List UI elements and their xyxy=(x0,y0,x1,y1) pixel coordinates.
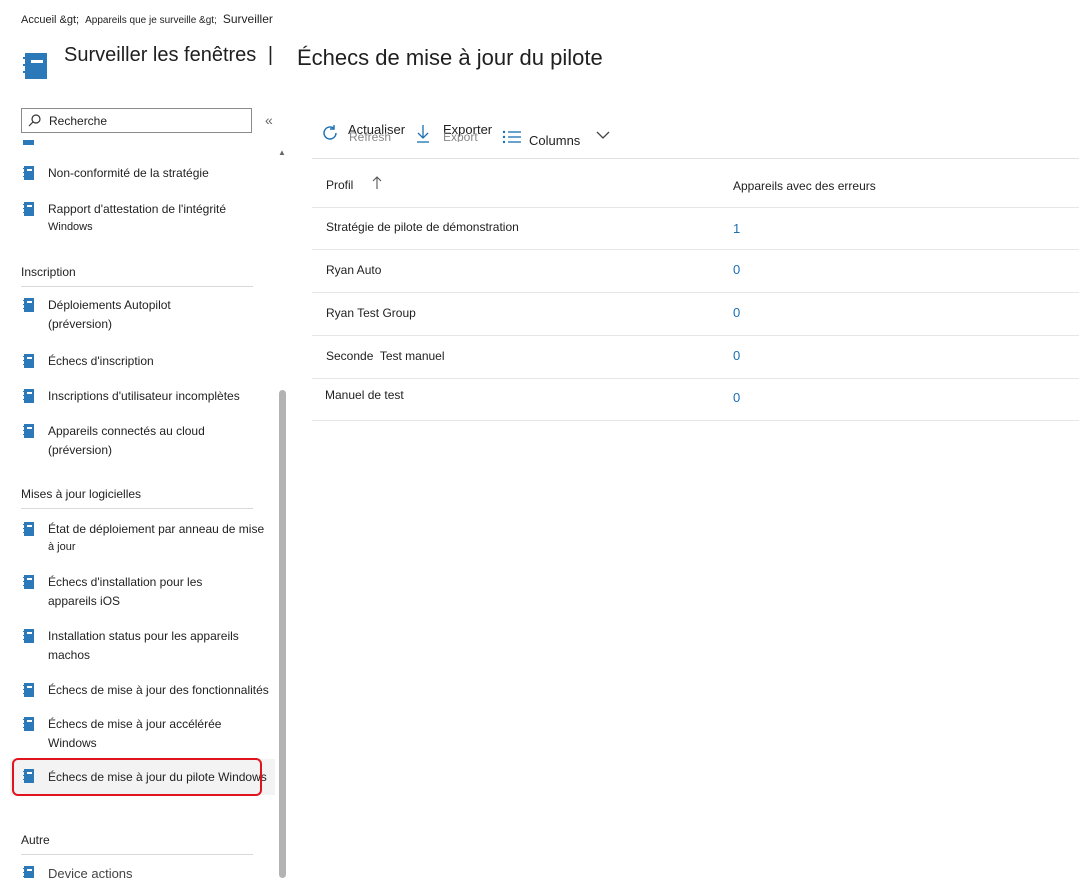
report-book-icon xyxy=(23,717,34,731)
error-count-link[interactable]: 0 xyxy=(733,390,740,405)
sidebar-item-label: Windows xyxy=(48,736,97,750)
download-icon xyxy=(417,125,429,143)
sidebar-item-label: Windows xyxy=(48,221,93,233)
profile-name-cell[interactable]: Stratégie de pilote de démonstration xyxy=(326,220,519,234)
search-icon xyxy=(28,114,41,127)
chevron-down-icon[interactable] xyxy=(596,130,610,140)
sidebar-item-label: Échecs d'inscription xyxy=(48,354,154,368)
section-heading-other: Autre xyxy=(21,833,50,847)
sidebar-item-label: Installation status pour les appareils xyxy=(48,629,239,643)
sidebar-item-label: Déploiements Autopilot xyxy=(48,298,171,312)
sidebar-item-label: Échecs d'installation pour les xyxy=(48,575,203,589)
export-ghost-text: Export xyxy=(443,132,478,142)
column-header-profile[interactable]: Profil xyxy=(326,178,353,192)
selection-highlight xyxy=(12,758,262,796)
section-divider xyxy=(21,508,253,509)
row-divider xyxy=(312,420,1079,421)
sidebar-item-expedited-update-failures[interactable]: Échecs de mise à jour accélérée Windows xyxy=(10,717,275,755)
sort-ascending-icon[interactable] xyxy=(372,176,382,190)
refresh-icon xyxy=(323,125,337,140)
collapse-sidebar-icon[interactable]: « xyxy=(265,112,273,128)
section-heading-software-updates: Mises à jour logicielles xyxy=(21,487,142,501)
report-book-icon xyxy=(23,575,34,589)
sidebar-item-update-ring-status[interactable]: État de déploiement par anneau de mise à… xyxy=(10,522,275,560)
breadcrumb: Accueil &gt; Appareils que je surveille … xyxy=(21,12,273,26)
sidebar-item-label: Device actions xyxy=(48,866,133,878)
columns-button[interactable]: Columns xyxy=(502,126,580,148)
report-book-icon xyxy=(23,298,34,312)
truncated-item-icon xyxy=(23,140,34,145)
sidebar-item-label: Appareils connectés au cloud xyxy=(48,424,205,438)
sidebar-item-label: appareils iOS xyxy=(48,594,121,608)
report-book-icon xyxy=(23,53,47,79)
columns-list-icon xyxy=(502,130,521,144)
row-divider xyxy=(312,378,1079,379)
sidebar-item-label: machos xyxy=(48,648,91,662)
error-count-link[interactable]: 0 xyxy=(733,262,740,277)
sidebar-item-cloud-devices[interactable]: Appareils connectés au cloud (préversion… xyxy=(10,424,275,462)
sidebar-item-macos-install-status[interactable]: Installation status pour les appareils m… xyxy=(10,629,275,667)
sidebar-item-label: Non-conformité de la stratégie xyxy=(48,166,209,180)
scrollbar-thumb[interactable] xyxy=(279,390,286,878)
sidebar-item-health-attestation[interactable]: Rapport d'attestation de l'intégrité Win… xyxy=(10,202,275,240)
profile-name-cell[interactable]: Seconde Test manuel xyxy=(326,349,445,363)
columns-label: Columns xyxy=(529,133,581,148)
row-divider xyxy=(312,207,1079,208)
report-book-icon xyxy=(23,866,34,878)
sidebar-item-feature-update-failures[interactable]: Échecs de mise à jour des fonctionnalité… xyxy=(10,683,275,707)
report-book-icon xyxy=(23,424,34,438)
search-box[interactable] xyxy=(21,108,252,133)
toolbar-divider xyxy=(312,158,1079,159)
sidebar-item-policy-noncompliance[interactable]: Non-conformité de la stratégie xyxy=(10,166,275,190)
page-title: Échecs de mise à jour du pilote xyxy=(297,45,603,70)
section-heading-enrollment: Inscription xyxy=(21,265,76,279)
breadcrumb-current: Surveiller xyxy=(222,12,273,26)
breadcrumb-home[interactable]: Accueil &gt; xyxy=(21,14,79,26)
sidebar-item-label: à jour xyxy=(48,541,76,553)
sidebar-item-incomplete-enrollments[interactable]: Inscriptions d'utilisateur incomplètes xyxy=(10,389,275,413)
profile-name-cell[interactable]: Manuel de test xyxy=(325,388,404,402)
section-divider xyxy=(21,854,253,855)
sidebar-item-label: Rapport d'attestation de l'intégrité xyxy=(48,202,227,216)
title-separator: | xyxy=(267,44,274,66)
report-book-icon xyxy=(23,354,34,368)
profile-name-cell[interactable]: Ryan Auto xyxy=(326,263,381,277)
report-book-icon xyxy=(23,629,34,643)
row-divider xyxy=(312,249,1079,250)
sidebar-item-label: (préversion) xyxy=(48,443,113,457)
sidebar-item-label: Échecs de mise à jour des fonctionnalité… xyxy=(48,683,269,697)
error-count-link[interactable]: 1 xyxy=(733,221,740,236)
report-book-icon xyxy=(23,522,34,536)
report-book-icon xyxy=(23,202,34,216)
sidebar-item-enrollment-failures[interactable]: Échecs d'inscription xyxy=(10,354,275,378)
refresh-ghost-text: Refresh xyxy=(349,132,392,142)
sidebar-item-ios-install-failures[interactable]: Échecs d'installation pour les appareils… xyxy=(10,575,275,613)
error-count-link[interactable]: 0 xyxy=(733,305,740,320)
section-divider xyxy=(21,286,253,287)
breadcrumb-devices[interactable]: Appareils que je surveille &gt; xyxy=(85,15,217,26)
scroll-up-arrow-icon[interactable]: ▲ xyxy=(278,148,286,157)
row-divider xyxy=(312,335,1079,336)
page-title-primary: Surveiller les fenêtres | xyxy=(64,44,274,66)
sidebar-item-autopilot[interactable]: Déploiements Autopilot (préversion) xyxy=(10,298,275,336)
profile-name-cell[interactable]: Ryan Test Group xyxy=(326,306,416,320)
sidebar-item-label: Inscriptions d'utilisateur incomplètes xyxy=(48,389,240,403)
sidebar-item-label: (préversion) xyxy=(48,317,113,331)
row-divider xyxy=(312,292,1079,293)
sidebar-item-device-actions[interactable]: Device actions xyxy=(10,866,275,878)
report-book-icon xyxy=(23,389,34,403)
sidebar-item-label: État de déploiement par anneau de mise xyxy=(48,522,265,536)
error-count-link[interactable]: 0 xyxy=(733,348,740,363)
search-input[interactable] xyxy=(49,113,239,128)
column-header-devices-with-errors[interactable]: Appareils avec des erreurs xyxy=(733,179,876,193)
report-book-icon xyxy=(23,166,34,180)
report-book-icon xyxy=(23,683,34,697)
sidebar-item-label: Échecs de mise à jour accélérée xyxy=(48,717,222,731)
